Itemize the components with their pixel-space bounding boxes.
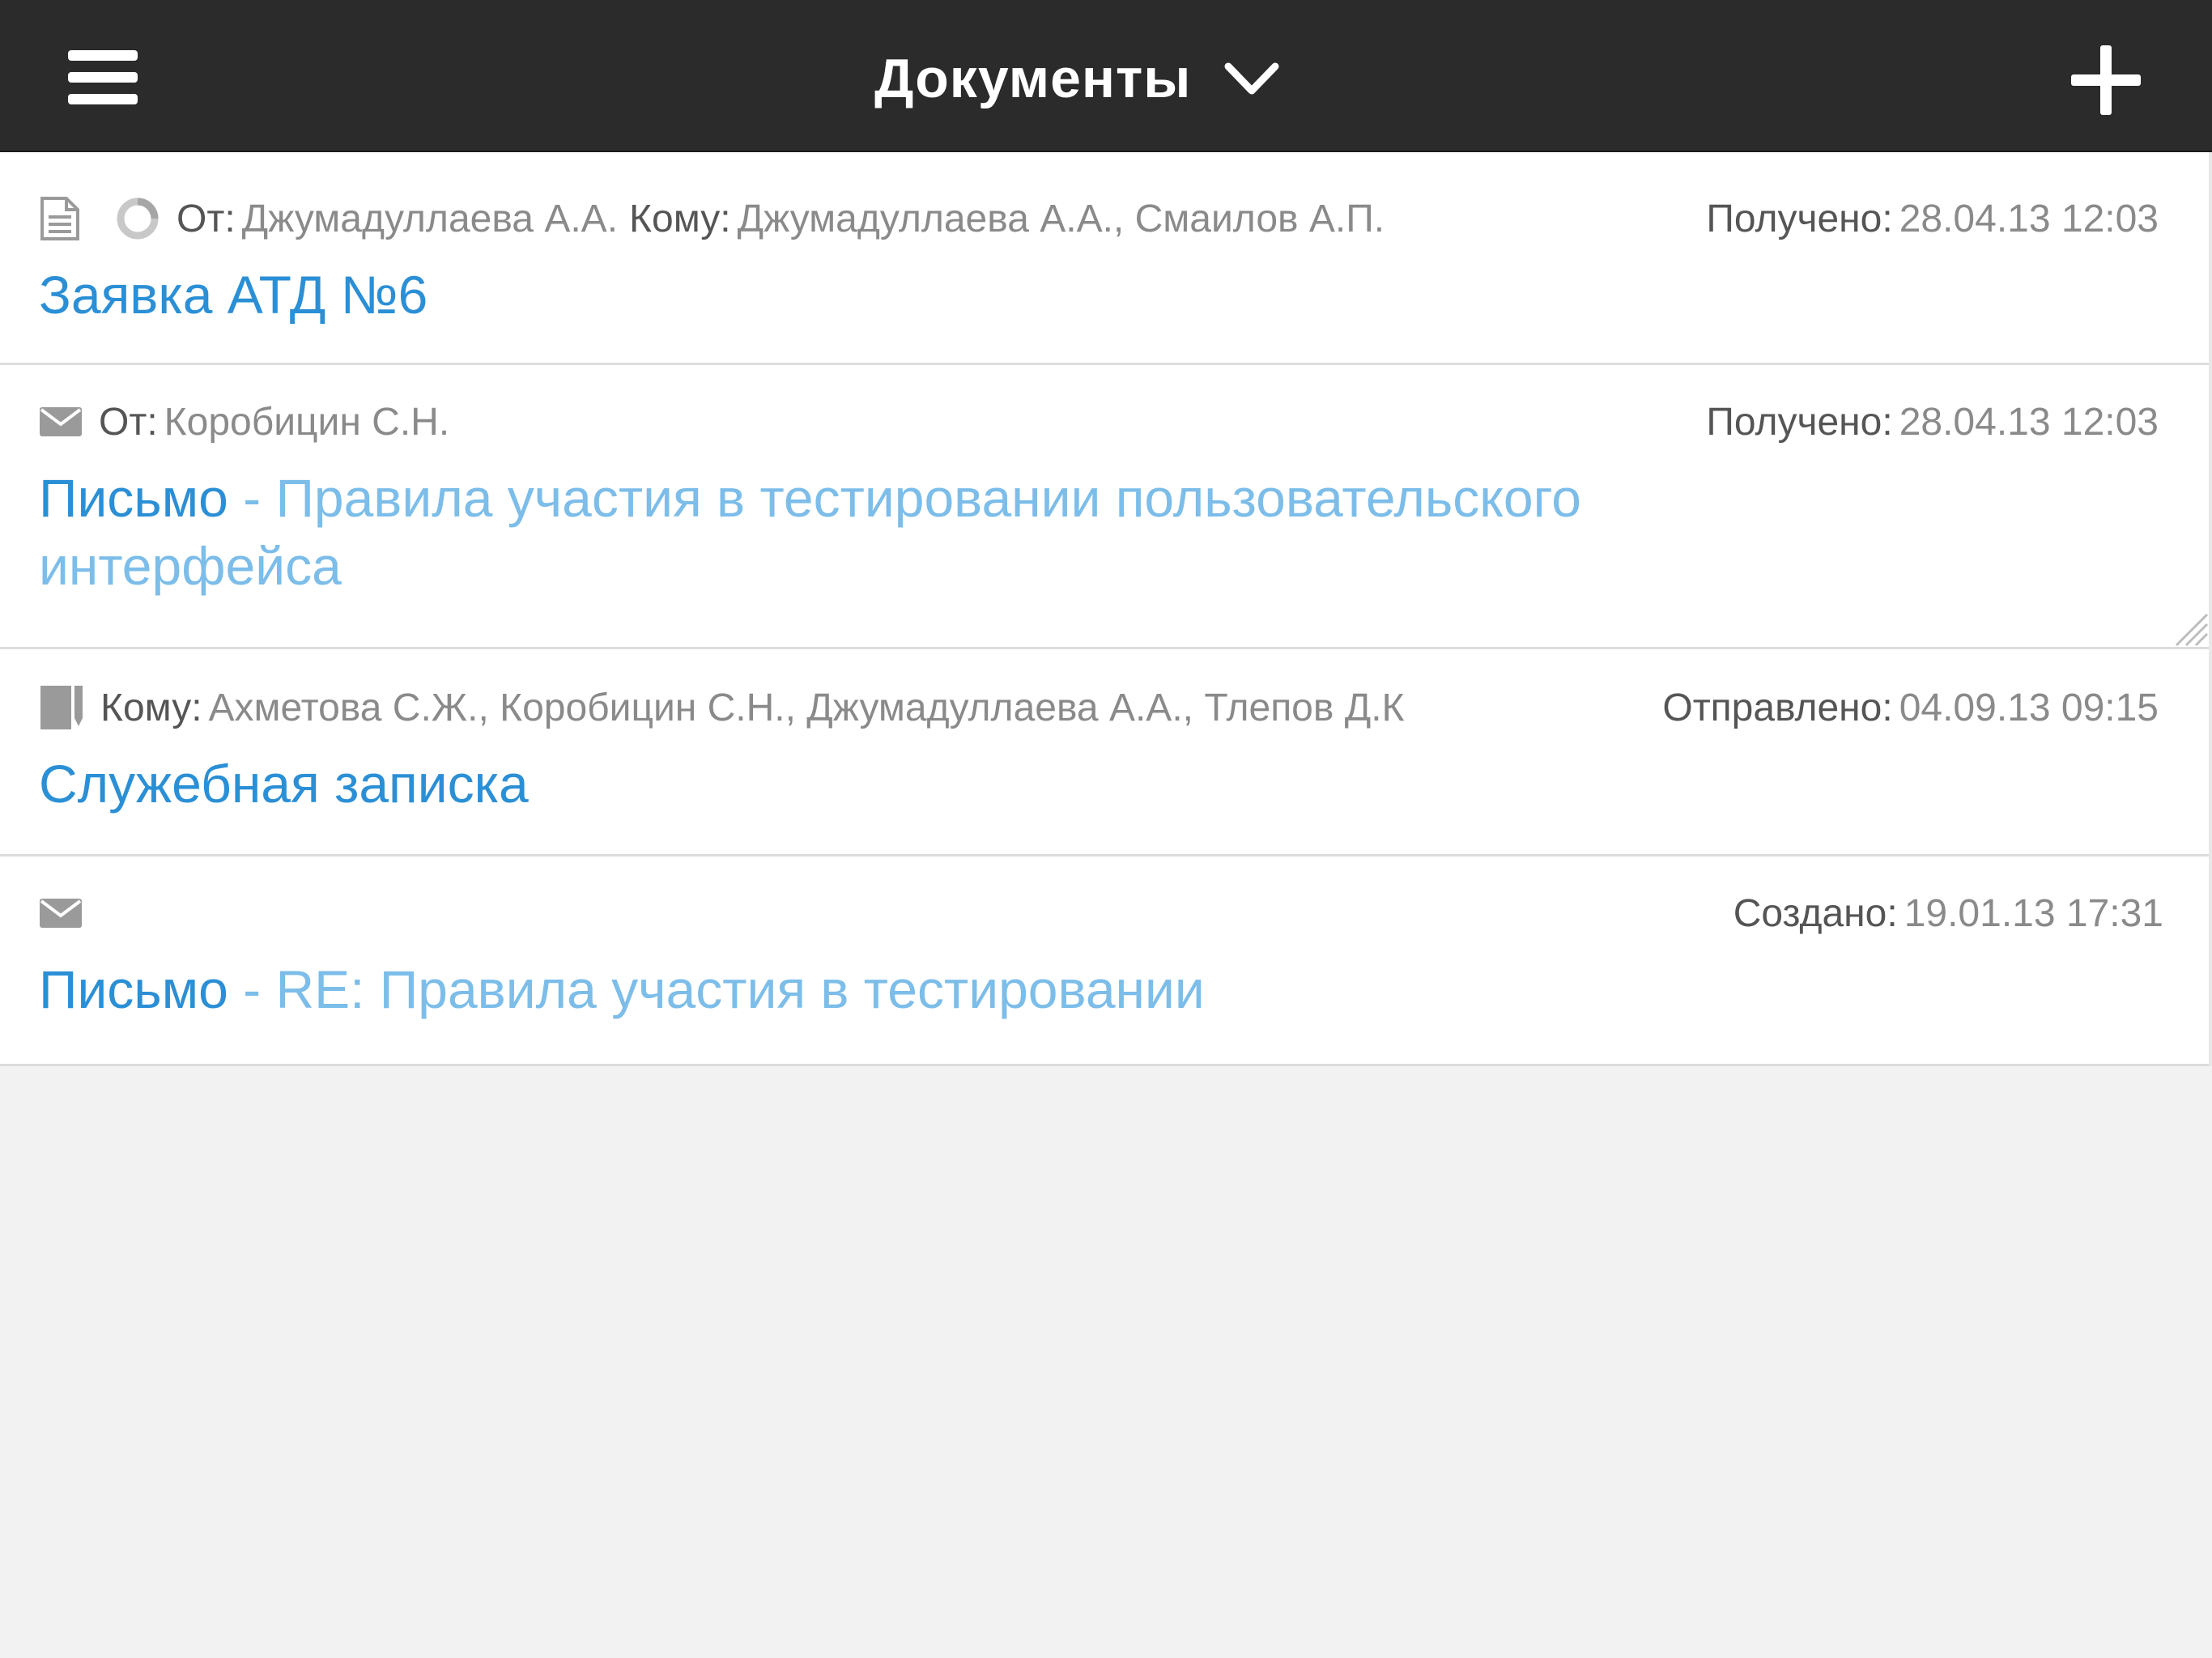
document-title: Письмо - RE: Правила участия в тестирова… xyxy=(39,955,1205,1023)
document-subject: RE: Правила участия в тестировании xyxy=(275,959,1205,1019)
to-value: Джумадуллаева А.А., Смаилов А.П. xyxy=(737,197,1385,240)
document-title-text: Заявка АТД №6 xyxy=(39,265,428,325)
document-icon xyxy=(40,197,79,240)
menu-icon-line xyxy=(68,94,138,104)
add-icon[interactable] xyxy=(2069,44,2142,117)
item-meta: От: Коробицин С.Н. xyxy=(39,397,1561,446)
date-label: Получено: xyxy=(1706,197,1893,240)
date-value: 04.09.13 09:15 xyxy=(1899,686,2159,729)
documents-dropdown[interactable]: Документы xyxy=(874,42,1280,115)
memo-icon xyxy=(40,686,83,729)
list-item[interactable]: Кому: Ахметова С.Ж., Коробицин С.Н., Джу… xyxy=(0,649,2209,857)
text-fade xyxy=(1480,683,1577,732)
document-subject: Правила участия в тестировании пользоват… xyxy=(275,468,1581,528)
item-meta: Кому: Ахметова С.Ж., Коробицин С.Н., Джу… xyxy=(39,683,1577,732)
document-title: Служебная записка xyxy=(39,750,529,818)
menu-icon-line xyxy=(68,50,138,61)
from-value: Коробицин С.Н. xyxy=(164,400,450,444)
from-value: Джумадуллаева А.А. xyxy=(241,197,619,240)
list-item[interactable]: Создано: 19.01.13 17:31 Письмо - RE: Пра… xyxy=(0,857,2209,1066)
from-label: От: xyxy=(99,400,158,444)
title-separator: - xyxy=(243,468,262,528)
list-item[interactable]: От: Коробицин С.Н. Получено: 28.04.13 12… xyxy=(0,365,2209,649)
item-meta: От: Джумадуллаева А.А. Кому: Джумадуллае… xyxy=(39,194,1561,243)
date-label: Отправлено: xyxy=(1662,686,1893,729)
document-type: Письмо xyxy=(39,468,228,528)
to-label: Кому: xyxy=(629,197,731,240)
menu-icon-line xyxy=(68,72,138,83)
menu-button[interactable] xyxy=(68,50,138,105)
item-date: Получено: 28.04.13 12:03 xyxy=(1706,397,2159,446)
date-value: 28.04.13 12:03 xyxy=(1899,400,2159,444)
document-type: Письмо xyxy=(39,959,228,1019)
date-label: Получено: xyxy=(1706,400,1893,444)
list-item[interactable]: От: Джумадуллаева А.А. Кому: Джумадуллае… xyxy=(0,152,2209,365)
date-label: Создано: xyxy=(1733,891,1898,935)
item-meta xyxy=(39,889,1010,937)
document-subject-continued: интерфейса xyxy=(39,536,342,596)
date-value: 19.01.13 17:31 xyxy=(1904,891,2163,935)
item-date: Получено: 28.04.13 12:03 xyxy=(1706,194,2159,243)
to-value: Ахметова С.Ж., Коробицин С.Н., Джумадулл… xyxy=(208,686,1405,729)
document-title-text: Служебная записка xyxy=(39,754,529,814)
chevron-down-icon xyxy=(1224,62,1279,95)
envelope-icon xyxy=(40,407,82,436)
date-value: 28.04.13 12:03 xyxy=(1899,197,2159,240)
resize-grip-icon[interactable] xyxy=(2170,608,2209,647)
document-title: Заявка АТД №6 xyxy=(39,261,428,329)
page-title: Документы xyxy=(874,48,1192,109)
document-list: От: Джумадуллаева А.А. Кому: Джумадуллае… xyxy=(0,152,2212,1066)
item-date: Создано: 19.01.13 17:31 xyxy=(1733,889,2163,937)
envelope-icon xyxy=(40,899,82,928)
title-separator: - xyxy=(243,959,262,1019)
top-bar: Документы xyxy=(0,0,2212,152)
status-circle-icon xyxy=(117,198,159,240)
to-label: Кому: xyxy=(100,686,202,729)
from-label: От: xyxy=(177,197,236,240)
document-title: Письмо - Правила участия в тестировании … xyxy=(39,464,1658,600)
item-date: Отправлено: 04.09.13 09:15 xyxy=(1662,683,2159,732)
